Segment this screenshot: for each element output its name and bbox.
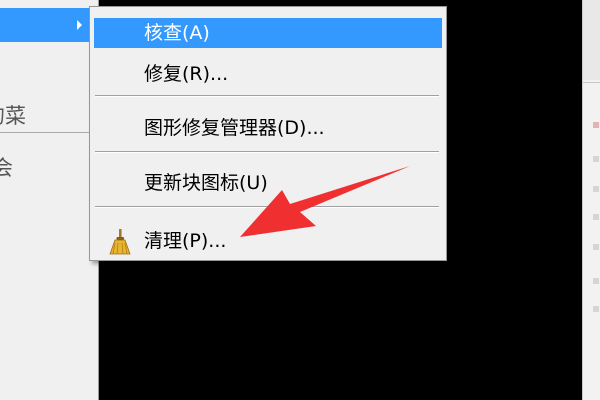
broom-icon xyxy=(109,229,131,255)
menu-item-audit[interactable]: 核查(A) xyxy=(94,18,442,48)
strip-mark xyxy=(593,278,599,284)
divider xyxy=(0,132,96,133)
menu-separator xyxy=(95,95,439,97)
background-menu-panel: 的菜 会 xyxy=(0,0,99,400)
strip-mark xyxy=(593,306,599,312)
menu-item-purge[interactable]: 清理(P)... xyxy=(94,226,442,256)
strip-mark xyxy=(593,156,599,162)
partial-background-text: 会 xyxy=(0,152,13,182)
strip-mark xyxy=(593,244,599,250)
menu-item-label: 图形修复管理器(D)... xyxy=(144,117,325,139)
strip-header xyxy=(583,0,600,80)
strip-mark xyxy=(593,122,599,128)
menu-item-label: 清理(P)... xyxy=(144,230,227,252)
context-menu: 核查(A) 修复(R)... 图形修复管理器(D)... 更新块图标(U) 清理… xyxy=(89,6,447,261)
menu-separator xyxy=(95,206,439,208)
strip-mark xyxy=(593,214,599,220)
menu-separator xyxy=(95,151,439,153)
parent-menu-item[interactable] xyxy=(0,8,98,42)
menu-item-label: 核查(A) xyxy=(144,22,210,44)
menu-item-update-block-icons[interactable]: 更新块图标(U) xyxy=(94,168,442,198)
menu-item-label: 修复(R)... xyxy=(144,63,229,85)
strip-mark xyxy=(593,186,599,192)
divider xyxy=(583,82,600,83)
menu-item-recover[interactable]: 修复(R)... xyxy=(94,59,442,89)
menu-item-label: 更新块图标(U) xyxy=(144,172,268,194)
background-right-strip xyxy=(582,0,600,400)
submenu-arrow-icon xyxy=(77,20,82,30)
menu-item-drawing-recovery-manager[interactable]: 图形修复管理器(D)... xyxy=(94,113,442,143)
partial-background-text: 的菜 xyxy=(0,104,26,128)
